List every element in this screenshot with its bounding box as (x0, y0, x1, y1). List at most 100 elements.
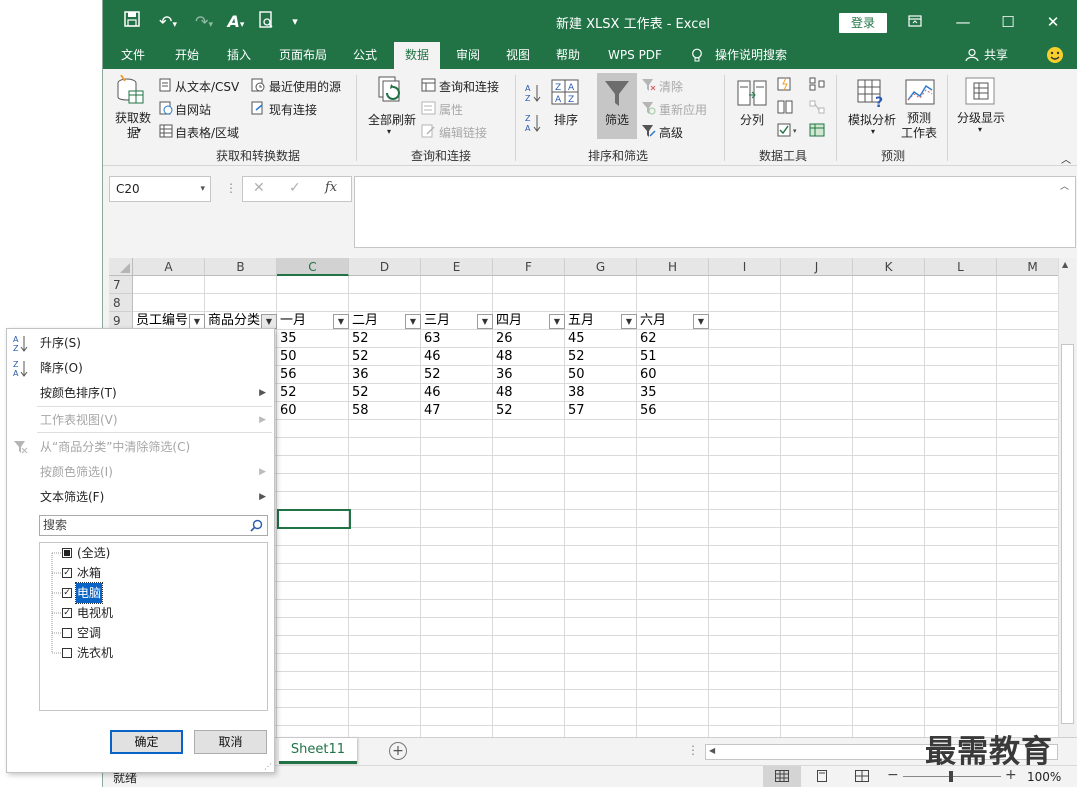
filter-dropdown-h-icon[interactable]: ▼ (693, 314, 709, 329)
checkbox-ac[interactable] (62, 628, 72, 638)
data-cell[interactable]: 50 (565, 366, 635, 384)
menu-sort-ascending[interactable]: AZ 升序(S) (7, 332, 274, 354)
text-to-columns-button[interactable]: 分列 (737, 111, 767, 128)
confirm-entry-icon[interactable]: ✓ (289, 180, 301, 196)
column-header-k[interactable]: K (853, 258, 925, 276)
forecast-sheet-button[interactable]: 预测 工作表 (899, 111, 939, 141)
tell-me-search[interactable]: 操作说明搜索 (711, 42, 791, 69)
column-header-d[interactable]: D (349, 258, 421, 276)
menu-clear-filter[interactable]: 从“商品分类”中清除筛选(C) (7, 436, 274, 458)
data-cell[interactable]: 52 (493, 402, 563, 420)
sheet-tab-sheet11[interactable]: Sheet11 (279, 738, 357, 764)
column-header-m[interactable]: M (997, 258, 1058, 276)
name-box[interactable]: C20 ▾ (109, 176, 211, 202)
filter-option-select-all[interactable]: (全选) (40, 543, 200, 563)
column-header-c[interactable]: C (277, 258, 349, 276)
menu-filter-by-color[interactable]: 按颜色筛选(I) ▶ (7, 461, 274, 483)
from-table-range-button[interactable]: 自表格/区域 (175, 124, 239, 141)
tab-file[interactable]: 文件 (111, 42, 155, 69)
data-cell[interactable]: 52 (277, 384, 347, 402)
tab-data[interactable]: 数据 (394, 42, 440, 69)
reapply-button[interactable]: 重新应用 (659, 101, 707, 118)
column-header-l[interactable]: L (925, 258, 997, 276)
add-sheet-icon[interactable]: + (389, 742, 407, 760)
smiley-feedback-icon[interactable] (1043, 42, 1067, 69)
data-cell[interactable]: 60 (637, 366, 707, 384)
checkbox-select-all[interactable] (62, 548, 72, 558)
existing-connections-button[interactable]: 现有连接 (269, 101, 317, 118)
advanced-button[interactable]: 高级 (659, 124, 683, 141)
vertical-scrollbar[interactable]: ▲ (1058, 258, 1076, 737)
column-header-a[interactable]: A (133, 258, 205, 276)
header-cell-feb[interactable]: 二月 (349, 312, 405, 330)
header-cell-may[interactable]: 五月 (565, 312, 621, 330)
data-cell[interactable]: 46 (421, 384, 491, 402)
page-layout-view-icon[interactable] (815, 770, 829, 782)
data-cell[interactable]: 52 (421, 366, 491, 384)
get-data-button[interactable]: 获取数 据 (113, 111, 153, 141)
get-data-icon[interactable] (115, 74, 145, 112)
data-cell[interactable]: 51 (637, 348, 707, 366)
insert-function-icon[interactable]: fx (325, 180, 337, 195)
filter-dropdown-d-icon[interactable]: ▼ (405, 314, 421, 329)
column-header-g[interactable]: G (565, 258, 637, 276)
zoom-slider-thumb[interactable] (949, 771, 953, 782)
text-to-columns-icon[interactable] (737, 79, 767, 110)
data-cell[interactable]: 35 (277, 330, 347, 348)
data-cell[interactable]: 52 (565, 348, 635, 366)
refresh-all-icon[interactable] (375, 75, 407, 110)
name-box-dropdown-icon[interactable]: ▾ (200, 177, 205, 201)
column-header-f[interactable]: F (493, 258, 565, 276)
sort-asc-icon[interactable]: AZ (525, 83, 541, 106)
filter-dropdown-c-icon[interactable]: ▼ (333, 314, 349, 329)
data-validation-icon[interactable]: ▾ (777, 123, 801, 140)
data-cell[interactable]: 36 (493, 366, 563, 384)
clear-button[interactable]: 清除 (659, 78, 683, 95)
checkbox-computer[interactable]: ✓ (62, 588, 72, 598)
remove-duplicates-icon[interactable] (777, 100, 793, 117)
checkbox-tv[interactable]: ✓ (62, 608, 72, 618)
tab-review[interactable]: 审阅 (446, 42, 490, 69)
select-all-corner[interactable] (109, 258, 133, 276)
login-button[interactable]: 登录 (839, 13, 887, 33)
data-cell[interactable]: 45 (565, 330, 635, 348)
refresh-all-button[interactable]: 全部刷新 (365, 111, 419, 128)
menu-text-filters[interactable]: 文本筛选(F) ▶ (7, 486, 274, 508)
resize-grip-icon[interactable]: ⋰ (264, 762, 272, 771)
sort-icon[interactable]: ZAAZ (551, 79, 579, 108)
from-web-button[interactable]: 自网站 (175, 101, 211, 118)
header-cell-jan[interactable]: 一月 (277, 312, 333, 330)
tab-split-handle-icon[interactable]: ⋮ (687, 743, 699, 757)
data-cell[interactable]: 36 (349, 366, 419, 384)
filter-dropdown-a-icon[interactable]: ▼ (189, 314, 205, 329)
header-cell-jun[interactable]: 六月 (637, 312, 693, 330)
header-cell-mar[interactable]: 三月 (421, 312, 477, 330)
data-cell[interactable]: 52 (349, 348, 419, 366)
filter-dropdown-b-icon[interactable]: ▼ (261, 314, 277, 329)
maximize-icon[interactable]: ☐ (993, 10, 1023, 34)
what-if-analysis-button[interactable]: 模拟分析 (845, 111, 899, 128)
normal-view-button[interactable] (763, 766, 801, 787)
filter-search-input[interactable]: 搜索 (39, 515, 268, 536)
filter-dropdown-f-icon[interactable]: ▼ (549, 314, 565, 329)
filter-button-highlight[interactable]: 筛选 (597, 73, 637, 139)
column-header-j[interactable]: J (781, 258, 853, 276)
data-cell[interactable]: 48 (493, 384, 563, 402)
data-cell[interactable]: 47 (421, 402, 491, 420)
scroll-up-icon[interactable]: ▲ (1062, 260, 1068, 269)
tab-view[interactable]: 视图 (496, 42, 540, 69)
menu-sort-descending[interactable]: ZA 降序(O) (7, 357, 274, 379)
cancel-entry-icon[interactable]: ✕ (253, 180, 265, 196)
data-cell[interactable]: 35 (637, 384, 707, 402)
tab-insert[interactable]: 插入 (217, 42, 261, 69)
column-header-b[interactable]: B (205, 258, 277, 276)
checkbox-washer[interactable] (62, 648, 72, 658)
data-cell[interactable]: 58 (349, 402, 419, 420)
data-cell[interactable]: 57 (565, 402, 635, 420)
recent-sources-button[interactable]: 最近使用的源 (269, 78, 341, 95)
filter-dropdown-e-icon[interactable]: ▼ (477, 314, 493, 329)
row-header-8[interactable]: 8 (109, 294, 133, 312)
undo-icon[interactable]: ↶▾ (153, 11, 183, 33)
zoom-out-icon[interactable]: − (887, 767, 899, 783)
consolidate-icon[interactable] (809, 77, 825, 94)
